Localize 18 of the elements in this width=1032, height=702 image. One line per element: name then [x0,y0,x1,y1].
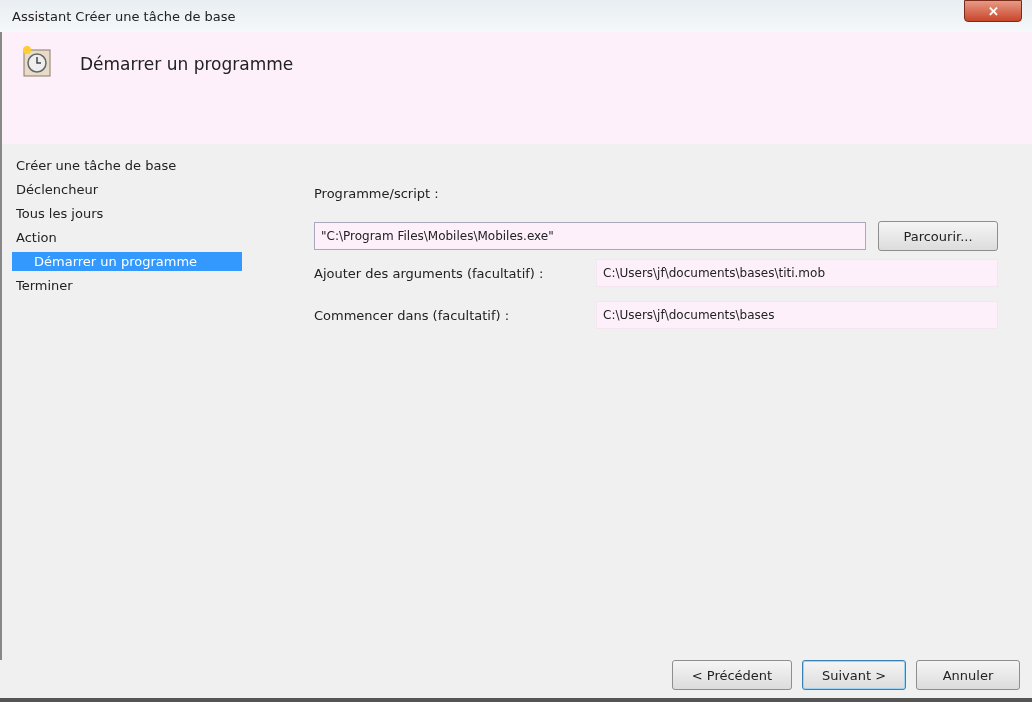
wizard-step[interactable]: Déclencheur [8,180,258,199]
task-clock-icon [22,46,54,78]
page-heading: Démarrer un programme [80,54,294,74]
wizard-button[interactable]: Suivant > [802,660,906,690]
wizard-step[interactable]: Terminer [8,276,258,295]
wizard-step[interactable]: Créer une tâche de base [8,156,258,175]
browse-button[interactable]: Parcourir... [878,221,998,251]
input-field[interactable]: C:\Users\jf\documents\bases\titi.mob [596,259,998,287]
field-label: Programme/script : [314,186,440,201]
input-field[interactable]: "C:\Program Files\Mobiles\Mobiles.exe" [314,222,866,250]
wizard-step[interactable]: Tous les jours [12,204,242,223]
input-field[interactable]: C:\Users\jf\documents\bases [596,301,998,329]
field-label: Commencer dans (facultatif) : [314,307,511,323]
wizard-button[interactable]: Annuler [916,660,1020,690]
field-label: Ajouter des arguments (facultatif) : [314,265,545,281]
window-title: Assistant Créer une tâche de base [12,8,236,24]
wizard-step[interactable]: Action [8,228,258,247]
wizard-button[interactable]: < Précédent [672,660,792,690]
